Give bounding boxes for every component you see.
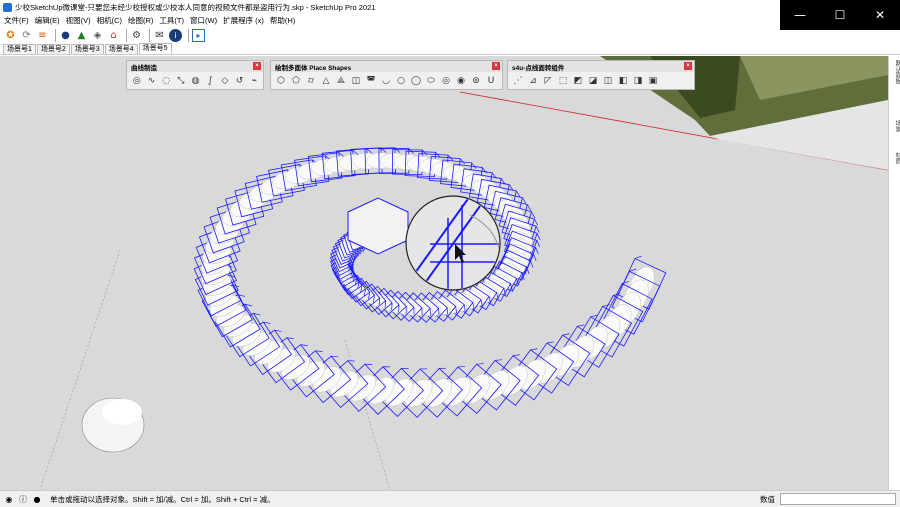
refresh-icon[interactable]: ⟳ (20, 29, 33, 42)
magnet-shape-icon[interactable]: U (485, 75, 497, 87)
curve-tool-icon[interactable]: ◌ (160, 75, 172, 87)
cone-shape-icon[interactable]: △ (320, 75, 332, 87)
menu-draw[interactable]: 绘图(R) (128, 15, 153, 26)
info-icon[interactable]: i (169, 29, 182, 42)
toolbar-divider (149, 29, 150, 42)
prism-shape-icon[interactable]: ⬠ (290, 75, 302, 87)
right-tray: 默认面板 场景 材质 (888, 56, 900, 490)
menu-edit[interactable]: 编辑(E) (35, 15, 60, 26)
s4u-tool-icon[interactable]: ◨ (632, 75, 644, 87)
place-shapes-panel: 绘制多面体 Place Shapes × ⬡ ⬠ ⌭ △ ⟁ ◫ ◚ ◡ ○ ◯ … (270, 60, 503, 90)
curve-tool-icon[interactable]: ∿ (146, 75, 158, 87)
menu-view[interactable]: 视图(V) (66, 15, 91, 26)
scene-tab-active[interactable]: 场景号5 (138, 43, 172, 54)
gear-icon[interactable]: ⚙ (130, 29, 143, 42)
components-icon[interactable]: ● (59, 29, 72, 42)
menu-file[interactable]: 文件(F) (4, 15, 29, 26)
cube-shape-icon[interactable]: ⬡ (275, 75, 287, 87)
toolbar-divider (188, 29, 189, 42)
s4u-tool-icon[interactable]: ◧ (617, 75, 629, 87)
tray-tab-materials[interactable]: 材质 (890, 152, 900, 164)
main-toolbar: ✪ ⟳ ≡ ● ▲ ◈ ⌂ ⚙ ✉ i ▸ (0, 27, 900, 44)
green-axis-line (39, 249, 121, 490)
curve-tool-icon[interactable]: ◍ (190, 75, 202, 87)
measurements-input[interactable] (780, 493, 896, 505)
panel-title: 绘制多面体 Place Shapes (275, 64, 352, 72)
panel-title: s4u-点线面转组件 (512, 64, 565, 72)
scene-tab[interactable]: 场景号3 (70, 44, 104, 54)
curve-tool-icon[interactable]: ∫ (204, 75, 216, 87)
panel-title: 曲线制造 (131, 64, 157, 72)
measurements-label: 数值 (760, 495, 775, 504)
disk-shape-icon[interactable]: ◯ (410, 75, 422, 87)
torus-shape-icon[interactable]: ◎ (440, 75, 452, 87)
tree-icon[interactable]: ▲ (75, 29, 88, 42)
mail-icon[interactable]: ✉ (153, 29, 166, 42)
model-canvas[interactable] (0, 56, 888, 490)
window-controls: — ☐ ✕ (780, 0, 900, 30)
title-bar: 少校SketchUp微课堂-只要您未经少校授权或少校本人同意的视频文件都是盗用行… (0, 0, 900, 14)
tray-tab-default[interactable]: 默认面板 (890, 60, 900, 84)
sphere-highlight (102, 399, 142, 425)
user-icon[interactable]: ● (32, 494, 42, 504)
s4u-tool-icon[interactable]: ◫ (602, 75, 614, 87)
menu-extensions[interactable]: 扩展程序 (x) (223, 15, 264, 26)
tube-shape-icon[interactable]: ◫ (350, 75, 362, 87)
curve-tool-icon[interactable]: ◇ (219, 75, 231, 87)
cylinder-shape-icon[interactable]: ⌭ (305, 75, 317, 87)
panel-close-button[interactable]: × (684, 62, 692, 70)
menu-window[interactable]: 窗口(W) (190, 15, 217, 26)
layers-icon[interactable]: ≡ (36, 29, 49, 42)
s4u-tool-icon[interactable]: ⋰ (512, 75, 524, 87)
s4u-tool-icon[interactable]: ⬚ (557, 75, 569, 87)
blue-axis-line (344, 339, 391, 490)
toolbar-divider (126, 29, 127, 42)
curve-tool-icon[interactable]: ⤡ (175, 75, 187, 87)
lens-shape-icon[interactable]: ⬭ (425, 75, 437, 87)
cup-shape-icon[interactable]: ◡ (380, 75, 392, 87)
menu-help[interactable]: 帮助(H) (270, 15, 295, 26)
model-viewport[interactable]: 曲线制造 × ◎ ∿ ◌ ⤡ ◍ ∫ ◇ ↺ ⌁ 绘制多面体 Place Shap… (0, 56, 888, 490)
menu-tools[interactable]: 工具(T) (159, 15, 184, 26)
scene-tab[interactable]: 场景号4 (104, 44, 138, 54)
menu-camera[interactable]: 相机(C) (97, 15, 122, 26)
minimize-button[interactable]: — (780, 0, 820, 30)
pyramid-shape-icon[interactable]: ⟁ (335, 75, 347, 87)
curve-tool-icon[interactable]: ↺ (234, 75, 246, 87)
getting-started-icon[interactable]: ✪ (4, 29, 17, 42)
scene-tabs: 场景号1 场景号2 场景号3 场景号4 场景号5 (0, 43, 900, 55)
sketchup-logo-icon (3, 2, 12, 12)
s4u-tool-icon[interactable]: ◪ (587, 75, 599, 87)
scene-tab[interactable]: 场景号1 (3, 44, 36, 54)
geodesic-shape-icon[interactable]: ◉ (455, 75, 467, 87)
warehouse-icon[interactable]: ⌂ (107, 29, 120, 42)
credits-icon[interactable]: ⓘ (18, 494, 28, 504)
s4u-tool-icon[interactable]: ▣ (647, 75, 659, 87)
sphere-shape-icon[interactable]: ○ (395, 75, 407, 87)
curve-tool-icon[interactable]: ◎ (131, 75, 143, 87)
s4u-panel: s4u-点线面转组件 × ⋰ ⊿ ◸ ⬚ ◩ ◪ ◫ ◧ ◨ ▣ (507, 60, 695, 90)
s4u-tool-icon[interactable]: ⊿ (527, 75, 539, 87)
curve-tool-icon[interactable]: ⌁ (248, 75, 260, 87)
scene-tab[interactable]: 场景号2 (36, 44, 70, 54)
panel-close-button[interactable]: × (253, 62, 261, 70)
window-title: 少校SketchUp微课堂-只要您未经少校授权或少校本人同意的视频文件都是盗用行… (15, 2, 376, 12)
tray-tab-scenes[interactable]: 场景 (890, 120, 900, 132)
s4u-tool-icon[interactable]: ◸ (542, 75, 554, 87)
s4u-tool-icon[interactable]: ◩ (572, 75, 584, 87)
geo-location-icon[interactable]: ◉ (4, 494, 14, 504)
menu-bar: 文件(F) 编辑(E) 视图(V) 相机(C) 绘图(R) 工具(T) 窗口(W… (0, 14, 780, 26)
close-button[interactable]: ✕ (860, 0, 900, 30)
toolbar-divider (55, 29, 56, 42)
curve-tool-panel: 曲线制造 × ◎ ∿ ◌ ⤡ ◍ ∫ ◇ ↺ ⌁ (126, 60, 264, 90)
helix-shape-icon[interactable]: ⊚ (470, 75, 482, 87)
maximize-button[interactable]: ☐ (820, 0, 860, 30)
zoom-magnifier (405, 195, 501, 291)
panel-close-button[interactable]: × (492, 62, 500, 70)
ruby-icon[interactable]: ▸ (192, 29, 205, 42)
status-bar: ◉ ⓘ ● 单击或拖动以选择对象。Shift = 加/减。Ctrl = 加。Sh… (0, 490, 900, 507)
status-message: 单击或拖动以选择对象。Shift = 加/减。Ctrl = 加。Shift + … (50, 494, 275, 504)
materials-icon[interactable]: ◈ (91, 29, 104, 42)
dome-shape-icon[interactable]: ◚ (365, 75, 377, 87)
